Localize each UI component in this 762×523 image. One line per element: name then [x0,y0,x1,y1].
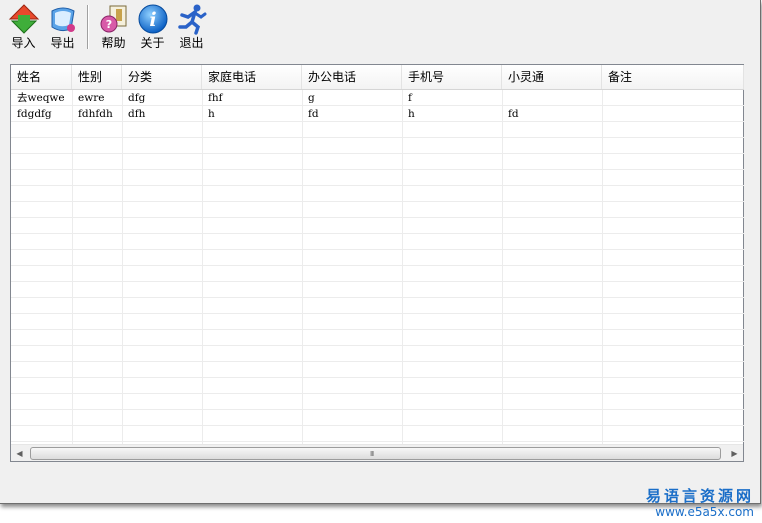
cell-gender: fdhfdh [78,108,113,120]
column-header-home-phone[interactable]: 家庭电话 [202,65,302,89]
cell-phs [502,90,602,106]
cell-gender: ewre [78,92,105,104]
column-header-name[interactable]: 姓名 [11,65,72,89]
column-header-category[interactable]: 分类 [122,65,202,89]
about-label: 关于 [140,36,165,50]
cell-notes [602,106,744,122]
about-button[interactable]: i 关于 [133,2,172,52]
info-icon: i [138,4,167,34]
column-header-office-phone[interactable]: 办公电话 [302,65,402,89]
import-button[interactable]: 导入 [4,2,43,52]
exit-button[interactable]: 退出 [172,2,211,52]
grid-line [122,90,123,445]
column-header-phs[interactable]: 小灵通 [502,65,602,89]
cell-notes [602,90,744,106]
watermark-url: www.e5a5x.com [655,505,754,519]
svg-text:?: ? [105,18,111,31]
grid-line [602,90,603,445]
import-label: 导入 [11,36,36,50]
cell-home-phone: fhf [208,92,223,104]
toolbar-separator [87,5,89,49]
cell-mobile: f [408,92,412,104]
grid-line [72,90,73,445]
export-button[interactable]: 导出 [43,2,82,52]
grip-icon: III [370,450,374,458]
watermark: 易语言资源网 www.e5a5x.com [646,487,754,519]
running-man-icon [177,4,206,35]
horizontal-scrollbar[interactable]: ◀ III ▶ [11,444,743,461]
toolbar: 导入 导出 ? 帮助 i 关于 退出 [4,2,211,52]
import-icon [8,4,39,34]
arrow-right-icon: ▶ [731,448,738,458]
table-row[interactable]: fdgdfg fdhfdh dfh h fd h fd [11,106,744,122]
help-label: 帮助 [101,36,126,50]
cell-home-phone: h [208,108,215,120]
grid-line [402,90,403,445]
column-header-gender[interactable]: 性别 [72,65,122,89]
watermark-site-name: 易语言资源网 [645,487,754,505]
cell-category: dfg [128,92,146,104]
scroll-left-button[interactable]: ◀ [11,445,28,461]
scroll-right-button[interactable]: ▶ [726,445,743,461]
grid-lines [11,90,744,445]
list-body: 去weqwe ewre dfg fhf g f fdgdfg fdhfdh df… [11,90,744,445]
cell-office-phone: fd [308,108,319,120]
export-icon [51,7,75,32]
help-button[interactable]: ? 帮助 [94,2,133,52]
grid-line [202,90,203,445]
contacts-list[interactable]: 姓名 性别 分类 家庭电话 办公电话 手机号 小灵通 备注 去weqwe ewr… [10,64,744,462]
scrollbar-thumb[interactable]: III [30,447,721,460]
table-row[interactable]: 去weqwe ewre dfg fhf g f [11,90,744,106]
grid-line [502,90,503,445]
grid-line [302,90,303,445]
cell-name: 去weqwe [17,92,65,104]
arrow-left-icon: ◀ [16,448,23,458]
main-window: 导入 导出 ? 帮助 i 关于 退出 姓名 性别 分类 家庭电话 办公电话 手机… [0,0,761,504]
cell-name: fdgdfg [17,108,52,120]
svg-text:i: i [149,9,156,31]
cell-mobile: h [408,108,415,120]
cell-phs: fd [508,108,519,120]
export-label: 导出 [50,36,75,50]
exit-label: 退出 [179,36,204,50]
list-header: 姓名 性别 分类 家庭电话 办公电话 手机号 小灵通 备注 [11,65,744,90]
column-header-mobile[interactable]: 手机号 [402,65,502,89]
cell-office-phone: g [308,92,315,104]
help-icon: ? [100,5,126,33]
cell-category: dfh [128,108,146,120]
column-header-notes[interactable]: 备注 [602,65,744,89]
